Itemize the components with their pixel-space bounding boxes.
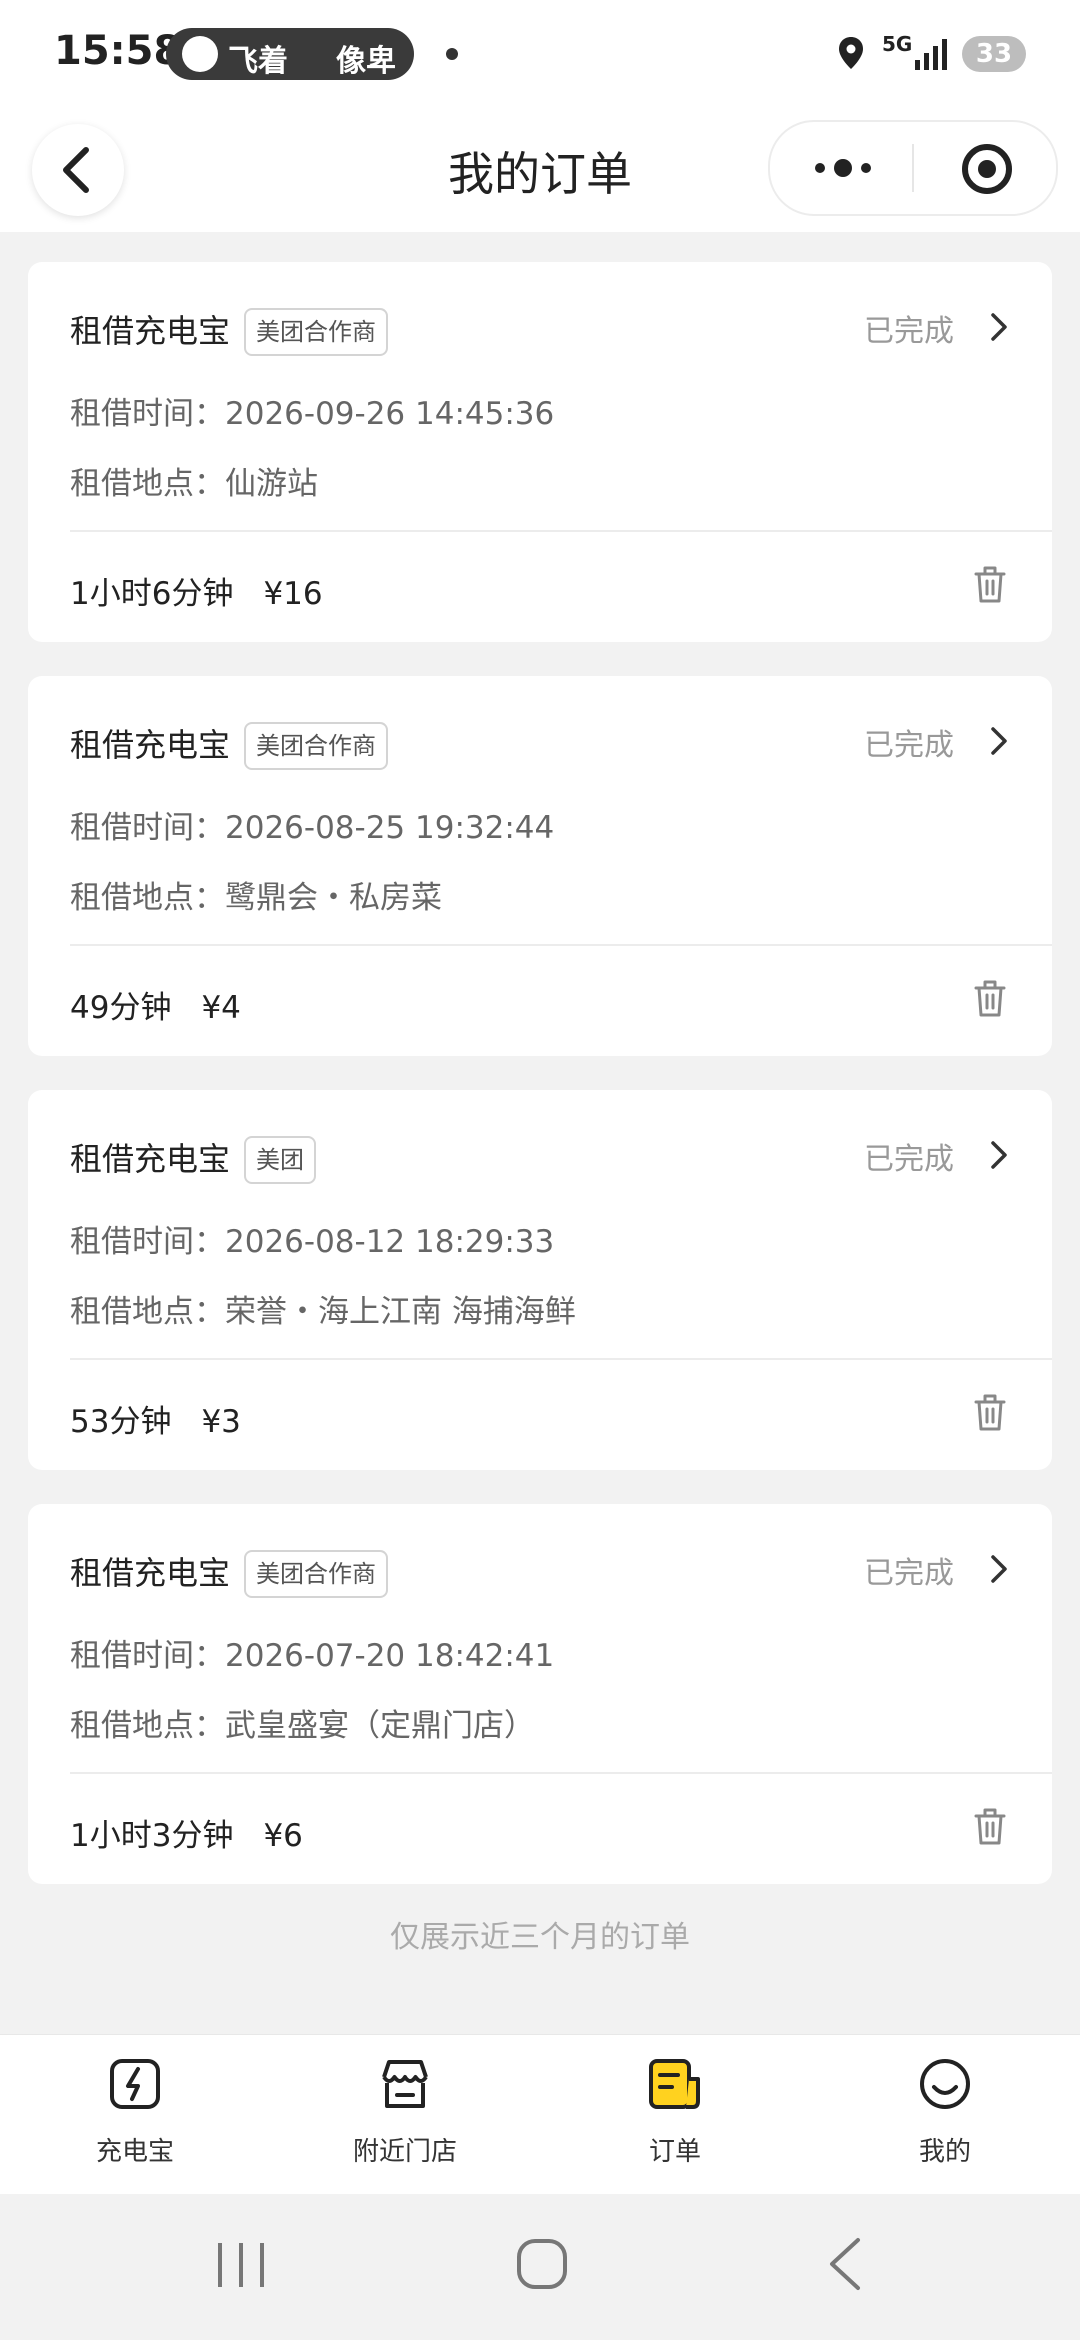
- divider: [70, 1772, 1052, 1774]
- order-status: 已完成: [864, 314, 954, 349]
- trash-icon[interactable]: [974, 980, 1006, 1018]
- mini-program-capsule: [768, 120, 1058, 216]
- rent-time: 租借时间：2026-09-26 14:45:36: [70, 396, 555, 432]
- tab-label: 我的: [918, 2137, 971, 2167]
- capsule-divider: [912, 144, 914, 192]
- notification-pill[interactable]: 飞着 像卑: [166, 28, 414, 80]
- tab-label: 订单: [648, 2137, 701, 2167]
- store-icon: [382, 2060, 428, 2108]
- status-bar: 15:58 飞着 像卑 5G 33: [0, 0, 1080, 110]
- divider: [70, 944, 1052, 946]
- battery-icon: 33: [962, 36, 1026, 72]
- pill-text-1: 飞着: [228, 44, 288, 79]
- location-icon: [839, 37, 863, 69]
- tab-label: 附近门店: [352, 2137, 457, 2167]
- target-close-icon[interactable]: [960, 142, 1014, 196]
- order-title: 租借充电宝: [70, 726, 231, 764]
- rent-price: ¥6: [263, 1818, 303, 1854]
- rent-time: 租借时间：2026-08-12 18:29:33: [70, 1224, 555, 1260]
- chevron-right-icon[interactable]: [988, 1140, 1010, 1170]
- order-card[interactable]: 租借充电宝 美团 已完成 租借时间：2026-08-12 18:29:33 租借…: [28, 1090, 1052, 1470]
- recent-apps-icon[interactable]: [214, 2240, 268, 2290]
- signal-icon: [915, 39, 947, 70]
- order-status: 已完成: [864, 1556, 954, 1591]
- partner-tag: 美团合作商: [244, 308, 388, 356]
- pill-text-2: 像卑: [336, 44, 396, 79]
- app-icon: [182, 36, 218, 72]
- rent-duration: 1小时6分钟 ¥16: [70, 576, 323, 612]
- rent-duration: 53分钟 ¥3: [70, 1404, 241, 1440]
- tab-nearby-stores[interactable]: 附近门店: [270, 2035, 540, 2195]
- rent-time: 租借时间：2026-07-20 18:42:41: [70, 1638, 555, 1674]
- header: 我的订单: [0, 110, 1080, 232]
- trash-icon[interactable]: [974, 1394, 1006, 1432]
- smiley-icon: [920, 2059, 970, 2109]
- status-time: 15:58: [54, 28, 182, 74]
- more-dots-icon[interactable]: [810, 148, 876, 188]
- home-icon[interactable]: [516, 2238, 568, 2290]
- rent-time: 租借时间：2026-08-25 19:32:44: [70, 810, 555, 846]
- order-card[interactable]: 租借充电宝 美团合作商 已完成 租借时间：2026-08-25 19:32:44…: [28, 676, 1052, 1056]
- power-bank-icon: [110, 2059, 160, 2109]
- system-nav-bar: [0, 2194, 1080, 2340]
- rent-price: ¥3: [201, 1404, 241, 1440]
- order-title: 租借充电宝: [70, 312, 231, 350]
- network-type: 5G: [882, 32, 913, 56]
- trash-icon[interactable]: [974, 1808, 1006, 1846]
- partner-tag: 美团: [244, 1136, 316, 1184]
- rent-place: 租借地点：鹭鼎会・私房菜: [70, 880, 442, 916]
- order-status: 已完成: [864, 1142, 954, 1177]
- order-title: 租借充电宝: [70, 1140, 231, 1178]
- order-title: 租借充电宝: [70, 1554, 231, 1592]
- tab-orders[interactable]: 订单: [540, 2035, 810, 2195]
- rent-place: 租借地点：武皇盛宴（定鼎门店）: [70, 1708, 535, 1744]
- divider: [70, 530, 1052, 532]
- notification-dot-icon: [446, 48, 458, 60]
- rent-price: ¥4: [201, 990, 241, 1026]
- partner-tag: 美团合作商: [244, 722, 388, 770]
- divider: [70, 1358, 1052, 1360]
- order-icon: [649, 2059, 700, 2109]
- order-card[interactable]: 租借充电宝 美团合作商 已完成 租借时间：2026-09-26 14:45:36…: [28, 262, 1052, 642]
- rent-place: 租借地点：仙游站: [70, 466, 318, 502]
- tab-power-bank[interactable]: 充电宝: [0, 2035, 270, 2195]
- tab-mine[interactable]: 我的: [810, 2035, 1080, 2195]
- rent-price: ¥16: [263, 576, 323, 612]
- bottom-tab-bar: 充电宝 附近门店 订单 我的: [0, 2034, 1080, 2195]
- trash-icon[interactable]: [974, 566, 1006, 604]
- footer-note: 仅展示近三个月的订单: [390, 1920, 690, 1955]
- chevron-right-icon[interactable]: [988, 312, 1010, 342]
- rent-duration: 1小时3分钟 ¥6: [70, 1818, 303, 1854]
- chevron-right-icon[interactable]: [988, 726, 1010, 756]
- back-nav-icon[interactable]: [826, 2236, 862, 2292]
- rent-place: 租借地点：荣誉・海上江南 海捕海鲜: [70, 1294, 576, 1330]
- chevron-right-icon[interactable]: [988, 1554, 1010, 1584]
- order-status: 已完成: [864, 728, 954, 763]
- partner-tag: 美团合作商: [244, 1550, 388, 1598]
- tab-label: 充电宝: [95, 2137, 174, 2167]
- rent-duration: 49分钟 ¥4: [70, 990, 241, 1026]
- order-card[interactable]: 租借充电宝 美团合作商 已完成 租借时间：2026-07-20 18:42:41…: [28, 1504, 1052, 1884]
